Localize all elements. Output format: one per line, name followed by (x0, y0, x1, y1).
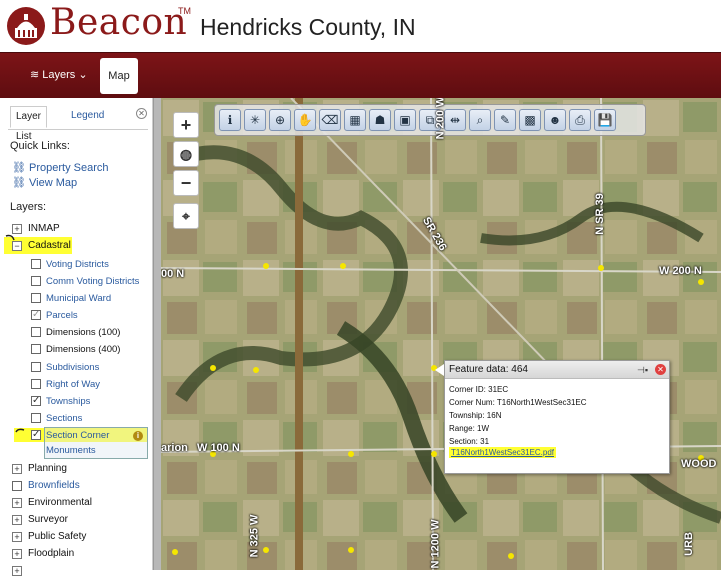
trademark: TM (178, 6, 191, 16)
road-label-urb: URB (682, 532, 695, 556)
road-label-n325w: N 325 W (248, 514, 261, 558)
pan-hand-icon[interactable]: ✋ (294, 109, 316, 131)
magnify-search-icon[interactable]: ⌕ (469, 109, 491, 131)
popup-range: Range: 1W (449, 424, 490, 433)
road-label-w200n: W 200 N (659, 265, 702, 277)
popup-township: Township: 16N (449, 411, 502, 420)
popup-title: Feature data: 464 (445, 361, 669, 379)
photo-icon[interactable]: ▣ (394, 109, 416, 131)
popup-close-icon[interactable]: ✕ (655, 364, 666, 375)
street-view-icon[interactable]: ☗ (369, 109, 391, 131)
layers-menu-button[interactable]: ≋ Layers ⌄ (30, 68, 88, 81)
header: Beacon TM Hendricks County, IN (0, 0, 721, 52)
eraser-icon[interactable]: ⌫ (319, 109, 341, 131)
road-label-w100n: W 100 N (197, 442, 240, 454)
map-tab-button[interactable]: Map (100, 58, 138, 94)
road-label-arion: arion (161, 442, 188, 454)
print-icon[interactable]: ⎙ (569, 109, 591, 131)
extent-icon[interactable]: ▦ (344, 109, 366, 131)
layers-menu-label: Layers (42, 69, 76, 81)
road-label-n200w: N 200 W (434, 98, 447, 140)
buffer-icon[interactable]: ▩ (519, 109, 541, 131)
map-toolbar: ℹ ✳ ⊕ ✋ ⌫ ▦ ☗ ▣ ⧉ ⇹ ⌕ ✎ ▩ ☻ ⎙ 💾 (214, 104, 646, 136)
feature-popup: Feature data: 464 ⊣▪ ✕ Corner ID: 31EC C… (444, 360, 670, 474)
navbar: ≋ Layers ⌄ Map (0, 52, 721, 98)
locate-button[interactable]: ⌖ (173, 203, 199, 229)
save-icon[interactable]: 💾 (594, 109, 616, 131)
layers-stack-icon: ≋ (30, 69, 40, 81)
markup-icon[interactable]: ☻ (544, 109, 566, 131)
zoom-in-button[interactable]: + (173, 112, 199, 138)
layer-sidebar: Layer List Legend ✕ Quick Links: ⛓ Prope… (0, 98, 153, 576)
brand-name[interactable]: Beacon (50, 2, 187, 43)
aerial-imagery (161, 98, 721, 570)
measure-icon[interactable]: ⇹ (444, 109, 466, 131)
road-label-nsr39: N SR 39 (593, 193, 606, 235)
popup-pdf-link[interactable]: T16North1WestSec31EC.pdf (449, 447, 557, 458)
popup-corner-num: Corner Num: T16North1WestSec31EC (449, 398, 587, 407)
road-label-00n: 00 N (161, 268, 185, 280)
zoom-out-button[interactable]: − (173, 170, 199, 196)
road-label-wood: WOOD (681, 458, 717, 470)
beacon-logo-icon (7, 7, 45, 45)
road-label-n1200w: N 1200 W (429, 519, 442, 569)
identify-info-icon[interactable]: ℹ (219, 109, 241, 131)
map-view[interactable]: ℹ ✳ ⊕ ✋ ⌫ ▦ ☗ ▣ ⧉ ⇹ ⌕ ✎ ▩ ☻ ⎙ 💾 + ◍ − ⌖ … (161, 98, 721, 570)
popup-corner-id: Corner ID: 31EC (449, 385, 509, 394)
annotation-marks (5, 234, 25, 433)
popup-pointer (435, 364, 444, 376)
zoom-in-tool-icon[interactable]: ⊕ (269, 109, 291, 131)
draw-pencil-icon[interactable]: ✎ (494, 109, 516, 131)
pin-icon[interactable]: ⊣▪ (637, 365, 648, 376)
globe-button[interactable]: ◍ (173, 141, 199, 167)
chevron-down-icon: ⌄ (78, 69, 88, 81)
select-tool-icon[interactable]: ✳ (244, 109, 266, 131)
popup-section: Section: 31 (449, 437, 490, 446)
sidebar-scrollbar[interactable] (153, 98, 161, 570)
county-title: Hendricks County, IN (200, 14, 416, 40)
